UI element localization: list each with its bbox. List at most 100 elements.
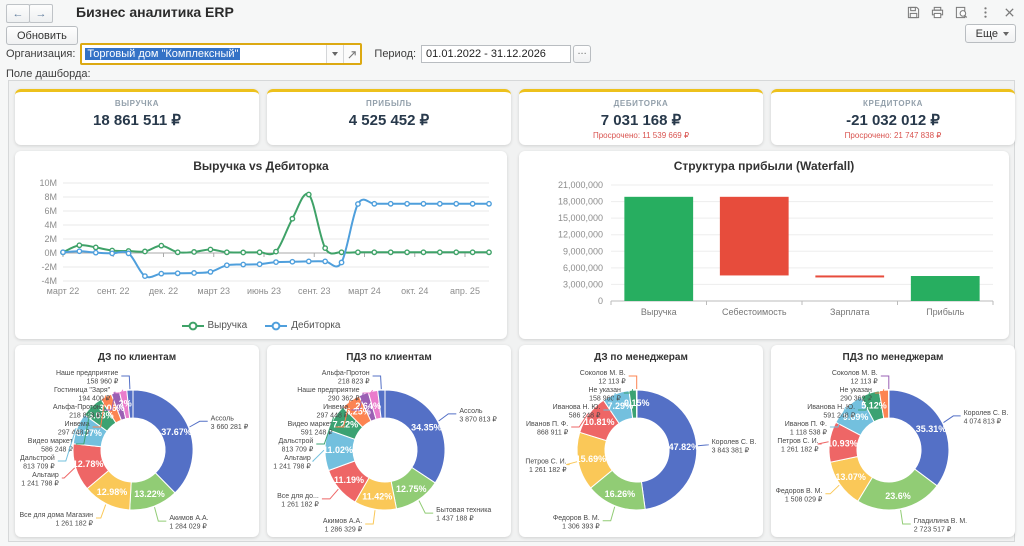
data-point[interactable] — [273, 248, 279, 255]
donut-ext-label-name: Не указан — [588, 387, 621, 394]
forward-button[interactable]: → — [29, 4, 53, 23]
donut-ext-label-value: 1 508 029 ₽ — [785, 495, 823, 503]
back-button[interactable]: ← — [6, 4, 30, 23]
data-point[interactable] — [469, 249, 476, 256]
data-point[interactable] — [289, 258, 296, 265]
line-chart-legend: Выручка Дебиторка — [15, 320, 507, 331]
print-icon[interactable] — [930, 5, 944, 19]
data-point[interactable] — [355, 201, 361, 207]
data-point[interactable] — [322, 245, 329, 252]
data-point[interactable] — [191, 249, 197, 255]
data-point[interactable] — [404, 200, 410, 207]
data-point[interactable] — [60, 249, 66, 256]
refresh-button[interactable]: Обновить — [6, 26, 78, 45]
legend-item-revenue[interactable]: Выручка — [181, 320, 247, 331]
data-point[interactable] — [404, 249, 410, 256]
donut-chart-dz-clients: 37.67%13.22%12.98%12.78%8.37%6.03%3.06%2… — [19, 370, 248, 531]
data-point[interactable] — [387, 249, 394, 256]
donut-pct-label: 12.78% — [73, 459, 104, 469]
organization-open-button[interactable] — [343, 45, 361, 63]
legend-item-receivables[interactable]: Дебиторка — [265, 320, 340, 331]
data-point[interactable] — [158, 242, 165, 249]
kpi-label: ДЕБИТОРКА — [613, 99, 669, 108]
donut-slice[interactable] — [888, 389, 950, 487]
data-point[interactable] — [338, 259, 345, 266]
donut-ext-label-name: Не указан — [839, 387, 872, 394]
donut-ext-label-value: 158 960 ₽ — [87, 378, 119, 386]
leader-line — [602, 506, 616, 522]
organization-field[interactable]: Торговый дом "Комплексный" — [80, 43, 363, 65]
axis-label: 15,000,000 — [558, 213, 603, 223]
data-point[interactable] — [125, 250, 132, 257]
data-point[interactable] — [371, 249, 378, 256]
data-point[interactable] — [305, 191, 312, 198]
more-dots-icon[interactable] — [978, 5, 992, 19]
data-point[interactable] — [240, 261, 247, 268]
waterfall-bar[interactable] — [624, 196, 694, 301]
period-field[interactable]: 01.01.2022 - 31.12.2026 — [421, 45, 572, 63]
save-icon[interactable] — [906, 5, 920, 19]
data-point[interactable] — [207, 269, 214, 275]
data-point[interactable] — [256, 249, 263, 256]
kpi-value: 4 525 452 ₽ — [348, 112, 430, 129]
donut-slice[interactable] — [132, 389, 194, 494]
data-point[interactable] — [109, 250, 116, 257]
waterfall-bar[interactable] — [719, 196, 789, 276]
donut-ext-label-value: 158 960 ₽ — [589, 395, 621, 403]
axis-label: апр. 25 — [450, 286, 480, 296]
data-point[interactable] — [191, 270, 197, 276]
data-point[interactable] — [420, 249, 427, 256]
data-point[interactable] — [436, 249, 443, 256]
data-point[interactable] — [174, 270, 181, 277]
kpi-card-receivables: ДЕБИТОРКА 7 031 168 ₽ Просрочено: 11 539… — [519, 89, 763, 145]
data-point[interactable] — [158, 270, 165, 277]
donut-ext-label-value: 4 074 813 ₽ — [964, 417, 1002, 425]
axis-label: 18,000,000 — [558, 197, 603, 207]
data-point[interactable] — [223, 249, 230, 256]
data-point[interactable] — [486, 249, 492, 256]
data-point[interactable] — [223, 262, 230, 269]
organization-value[interactable]: Торговый дом "Комплексный" — [85, 48, 241, 60]
data-point[interactable] — [256, 261, 263, 268]
data-point[interactable] — [92, 249, 99, 256]
data-point[interactable] — [142, 273, 148, 280]
donut-ext-label-name: Гладилина В. М. — [914, 518, 967, 525]
close-icon[interactable] — [1002, 5, 1016, 19]
waterfall-bar[interactable] — [815, 275, 885, 278]
data-point[interactable] — [436, 200, 443, 207]
data-point[interactable] — [355, 249, 361, 256]
data-point[interactable] — [92, 244, 99, 251]
donut-pct-label: 11.42% — [362, 491, 392, 501]
data-point[interactable] — [453, 249, 460, 256]
donut-card-pdz-clients: ПДЗ по клиентам 34.35% 12.75% 11.42% 11.19%… — [267, 345, 511, 537]
axis-label: Прибыль — [926, 307, 964, 317]
data-point[interactable] — [207, 246, 214, 253]
donut-ext-label-name: Все для дома Магазин — [19, 512, 93, 519]
data-point[interactable] — [305, 258, 312, 265]
data-point[interactable] — [371, 200, 378, 207]
donut-pct-label: 16.26% — [605, 489, 636, 499]
data-point[interactable] — [387, 200, 394, 207]
data-point[interactable] — [420, 200, 427, 207]
period-picker-button[interactable]: ... — [573, 45, 592, 63]
data-point[interactable] — [289, 215, 296, 222]
data-point[interactable] — [142, 248, 148, 255]
data-point[interactable] — [76, 248, 83, 255]
data-point[interactable] — [453, 200, 460, 207]
donut-slice[interactable] — [384, 389, 446, 484]
data-point[interactable] — [240, 249, 247, 256]
data-point[interactable] — [486, 200, 492, 207]
donut-pct-label: 2% — [119, 399, 132, 409]
preview-icon[interactable] — [954, 5, 968, 19]
data-point[interactable] — [469, 200, 476, 207]
more-button[interactable]: Еще — [964, 24, 1016, 43]
data-point[interactable] — [174, 249, 181, 256]
data-point[interactable] — [338, 249, 345, 256]
organization-dropdown-button[interactable] — [326, 45, 344, 63]
data-point[interactable] — [273, 259, 279, 266]
waterfall-bar[interactable] — [910, 276, 980, 301]
data-point[interactable] — [76, 242, 83, 249]
data-point[interactable] — [322, 258, 329, 265]
axis-label: Зарплата — [830, 307, 869, 317]
axis-label: 2M — [44, 234, 57, 244]
